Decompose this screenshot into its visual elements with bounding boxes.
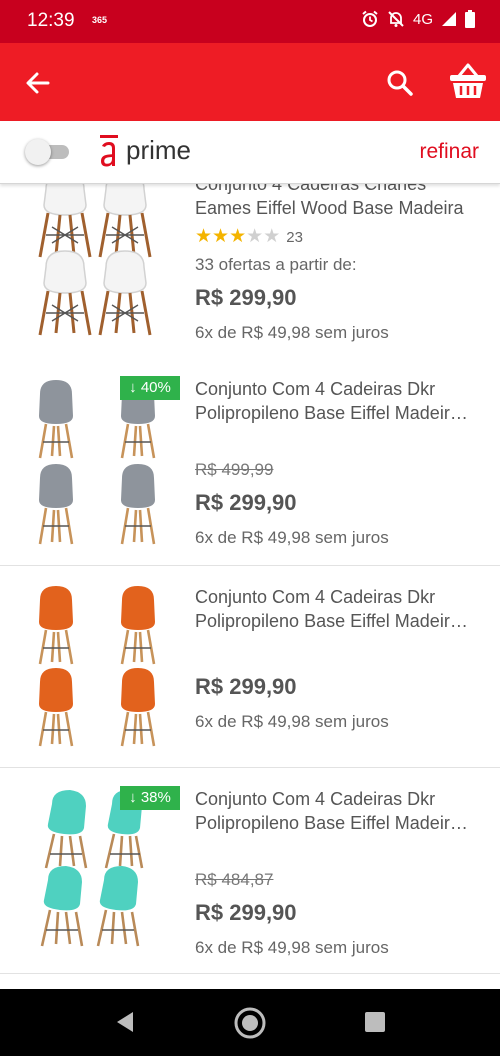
chair-illustration [38,380,74,459]
network-type: 4G [412,10,433,28]
notifications-off-icon [388,11,404,27]
americanas-logo-icon [100,135,118,167]
carrier-icon: 365 [92,15,108,25]
offers-text: 33 ofertas a partir de: [195,255,357,274]
back-button[interactable] [20,65,56,101]
refine-button[interactable]: refinar [419,140,479,164]
product-card[interactable]: Conjunto 4 Cadeiras Charles Eames Eiffel… [0,183,500,359]
product-list[interactable]: Conjunto 4 Cadeiras Charles Eames Eiffel… [0,183,500,989]
back-arrow-icon [26,72,50,94]
discount-badge: ↓ 38% [120,786,180,810]
chair-illustration [44,790,88,869]
chair-illustration [120,464,156,545]
discount-value: 38% [140,789,171,806]
chair-illustration [120,586,156,665]
product-title-line1[interactable]: Conjunto 4 Cadeiras Charles [195,183,490,196]
chair-illustration [120,668,156,747]
product-image [38,183,152,336]
old-price: R$ 499,99 [195,460,274,479]
chair-illustration [98,183,152,258]
installments-text: 6x de R$ 49,98 sem juros [195,712,389,731]
product-image [38,586,156,747]
status-bar: 12:39 365 4G [0,0,500,43]
chair-illustration [38,250,92,336]
signal-icon [442,12,456,26]
product-title-line2[interactable]: Polipropileno Base Eiffel Madeir… [195,402,490,425]
rating-count: 23 [286,228,303,246]
product-card[interactable]: ↓ 38% Conjunto Com 4 Cadeiras Dkr Polipr… [0,768,500,974]
chair-illustration [38,464,74,545]
search-icon [387,70,413,96]
discount-badge: ↓ 40% [120,376,180,400]
chair-illustration [38,668,74,747]
basket-button[interactable] [446,61,490,101]
battery-icon [465,10,475,28]
alarm-icon [362,10,378,27]
app-toolbar [0,43,500,121]
product-price: R$ 299,90 [195,900,297,925]
basket-icon [450,63,486,98]
chair-illustration [96,866,140,947]
product-title-line2[interactable]: Polipropileno Base Eiffel Madeir… [195,610,490,633]
product-card[interactable]: ↓ 40% Conjunto Com 4 Cadeiras Dkr Polipr… [0,358,500,566]
arrow-down-icon: ↓ [129,379,137,396]
star-empty-icon: ★ [246,226,264,247]
installments-text: 6x de R$ 49,98 sem juros [195,323,389,342]
product-price: R$ 299,90 [195,674,297,699]
arrow-down-icon: ↓ [129,789,137,806]
product-price: R$ 299,90 [195,285,297,310]
star-full-icon: ★ [212,226,230,247]
product-title-line2[interactable]: Polipropileno Base Eiffel Madeir… [195,812,490,835]
nav-home-icon[interactable] [233,1006,267,1040]
product-rating: ★ ★ ★ ★ ★ 23 [195,227,303,247]
chair-illustration [40,866,84,947]
filter-bar: prime refinar [0,121,500,184]
product-title-line2[interactable]: Eames Eiffel Wood Base Madeira [195,197,490,220]
old-price: R$ 484,87 [195,870,274,889]
nav-recents-icon[interactable] [364,1011,386,1033]
search-button[interactable] [382,65,418,101]
chair-illustration [38,183,92,258]
prime-toggle[interactable] [25,139,71,165]
star-full-icon: ★ [195,226,213,247]
product-card[interactable]: Conjunto Com 4 Cadeiras Dkr Polipropilen… [0,566,500,768]
prime-toggle-knob [25,139,51,165]
product-title-line1[interactable]: Conjunto Com 4 Cadeiras Dkr [195,378,490,401]
discount-value: 40% [140,379,171,396]
chair-illustration [98,250,152,336]
status-icons: 4G [361,10,475,28]
nav-back-icon[interactable] [113,1009,139,1035]
system-nav-bar [0,989,500,1056]
star-full-icon: ★ [229,226,247,247]
star-empty-icon: ★ [263,226,281,247]
product-price: R$ 299,90 [195,490,297,515]
installments-text: 6x de R$ 49,98 sem juros [195,528,389,547]
installments-text: 6x de R$ 49,98 sem juros [195,938,389,957]
prime-label: prime [126,135,192,165]
product-title-line1[interactable]: Conjunto Com 4 Cadeiras Dkr [195,788,490,811]
chair-illustration [38,586,74,665]
status-time: 12:39 [27,10,75,31]
product-title-line1[interactable]: Conjunto Com 4 Cadeiras Dkr [195,586,490,609]
